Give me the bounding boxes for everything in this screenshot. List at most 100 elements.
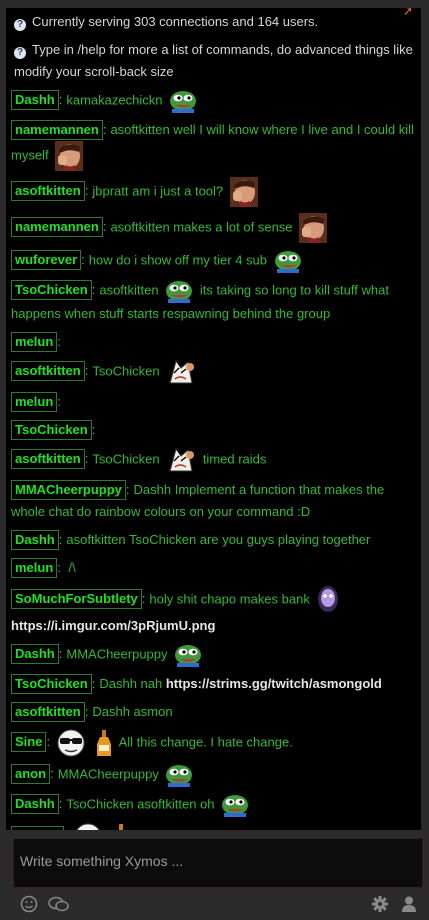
- username-colon: :: [57, 334, 61, 349]
- username-colon: :: [84, 183, 89, 199]
- username-colon: :: [58, 92, 63, 108]
- username[interactable]: MMACheerpuppy: [11, 480, 126, 500]
- whispers-icon[interactable]: [48, 895, 70, 913]
- facepalm-emote: [52, 141, 86, 171]
- username-colon: :: [84, 704, 89, 719]
- username[interactable]: anon: [11, 764, 51, 785]
- username[interactable]: Dashh: [11, 644, 59, 665]
- username[interactable]: TsoChicken: [11, 420, 92, 440]
- info-text: Currently serving 303 connections and 16…: [32, 14, 319, 29]
- popout-icon[interactable]: ➚: [403, 8, 413, 18]
- username[interactable]: TsoChicken: [11, 280, 92, 301]
- cat-emote: [163, 359, 199, 384]
- username[interactable]: melun: [11, 392, 58, 412]
- info-icon: ?: [14, 47, 26, 59]
- username[interactable]: namemannen: [11, 120, 103, 140]
- username-colon: :: [102, 122, 107, 137]
- pepe-emote: [171, 645, 205, 667]
- message-text: Dashh asmon: [92, 704, 173, 719]
- chat-input-box[interactable]: [13, 838, 423, 888]
- username-colon: :: [102, 219, 107, 235]
- chat-message: Sine: All this change. I hate change.: [6, 726, 421, 760]
- message-link[interactable]: https://i.imgur.com/3pRjumU.png: [11, 618, 215, 633]
- username[interactable]: melun: [11, 332, 58, 352]
- username-colon: :: [57, 394, 61, 409]
- username-colon: :: [84, 451, 89, 467]
- chat-message: Dashh: kamakazechickn: [6, 86, 421, 116]
- message-text: /\: [64, 560, 76, 575]
- ghost-emote: [313, 586, 343, 612]
- username-colon: :: [58, 646, 63, 662]
- username[interactable]: Boocra: [11, 826, 64, 830]
- beer-emote: [92, 730, 116, 756]
- chat-message: MMACheerpuppy: Dashh Implement a function…: [6, 476, 421, 526]
- emoji-icon[interactable]: [20, 895, 38, 913]
- pepe-emote: [218, 795, 252, 817]
- username[interactable]: asoftkitten: [11, 361, 85, 382]
- username-colon: :: [58, 532, 63, 547]
- username[interactable]: asoftkitten: [11, 702, 85, 722]
- chat-message: asoftkitten: TsoChicken: [6, 356, 421, 388]
- chat-input[interactable]: [14, 839, 422, 887]
- facepalm-emote: [296, 213, 330, 243]
- username[interactable]: Dashh: [11, 530, 59, 550]
- username[interactable]: namemannen: [11, 217, 103, 238]
- pepe-emote: [162, 765, 196, 787]
- info-list: ? Currently serving 303 connections and 1…: [6, 8, 421, 86]
- message-text: holy shit chapo makes bank: [149, 591, 310, 607]
- message-text: TsoChicken: [92, 363, 160, 379]
- username-colon: :: [91, 422, 96, 437]
- message-text: asoftkitten makes a lot of sense: [110, 219, 293, 235]
- chat-message: anon: MMACheerpuppy: [6, 760, 421, 790]
- message-text: jbpratt am i just a tool?: [92, 183, 224, 199]
- chat-message: Dashh: MMACheerpuppy: [6, 640, 421, 670]
- message-text: MMACheerpuppy: [66, 646, 168, 662]
- chat-message: melun:: [6, 388, 421, 416]
- message-text: All this change. I hate change.: [118, 734, 293, 750]
- pepe-emote: [271, 251, 305, 273]
- username-colon: :: [125, 482, 130, 497]
- info-icon: ?: [14, 19, 26, 31]
- chat-message: namemannen: asoftkitten makes a lot of se…: [6, 210, 421, 246]
- username-colon: :: [64, 828, 68, 830]
- server-info-message: ? Currently serving 303 connections and 1…: [6, 8, 421, 36]
- users-icon[interactable]: [400, 895, 418, 913]
- username[interactable]: Dashh: [11, 794, 59, 815]
- username[interactable]: TsoChicken: [11, 674, 92, 694]
- username-colon: :: [81, 252, 85, 268]
- info-text: Type in /help for more a list of command…: [14, 42, 413, 79]
- settings-gear-icon[interactable]: [371, 895, 389, 913]
- facepalm-emote: [227, 177, 261, 207]
- username-colon: :: [141, 591, 146, 607]
- message-text: Dashh nah: [99, 676, 163, 691]
- username-colon: :: [58, 796, 63, 812]
- username[interactable]: asoftkitten: [11, 449, 85, 470]
- username[interactable]: wuforever: [11, 250, 82, 271]
- message-list: Dashh: kamakazechickn namemannen: asoftkit…: [6, 86, 421, 830]
- pepe-emote: [166, 91, 200, 113]
- message-text: timed raids: [202, 451, 267, 467]
- username[interactable]: SoMuchForSubtlety: [11, 589, 142, 610]
- username-colon: :: [84, 363, 89, 379]
- username[interactable]: Dashh: [11, 90, 59, 111]
- chat-message: TsoChicken: Dashh nah https://strims.gg/t…: [6, 670, 421, 698]
- chat-message: namemannen: asoftkitten well I will know …: [6, 116, 421, 174]
- username-colon: :: [57, 560, 61, 575]
- username[interactable]: asoftkitten: [11, 181, 85, 202]
- username-colon: :: [91, 282, 96, 298]
- chat-message: TsoChicken: asoftkitten its taking so lon…: [6, 276, 421, 328]
- username[interactable]: melun: [11, 558, 58, 578]
- message-text: TsoChicken: [92, 451, 160, 467]
- chat-message: SoMuchForSubtlety: holy shit chapo makes …: [6, 582, 421, 640]
- message-text: asoftkitten: [99, 282, 159, 298]
- pepe-emote: [162, 281, 196, 303]
- message-link[interactable]: https://strims.gg/twitch/asmongold: [166, 676, 382, 691]
- chat-message: Dashh: TsoChicken asoftkitten oh: [6, 790, 421, 820]
- message-text: MMACheerpuppy: [57, 766, 159, 782]
- chat-log[interactable]: ➚ ? Currently serving 303 connections and…: [6, 8, 421, 830]
- message-text: TsoChicken asoftkitten oh: [66, 796, 215, 812]
- chat-message: wuforever: how do i show off my tier 4 su…: [6, 246, 421, 276]
- username-colon: :: [50, 766, 54, 782]
- username[interactable]: Sine: [11, 732, 47, 753]
- beer-emote: [109, 824, 133, 830]
